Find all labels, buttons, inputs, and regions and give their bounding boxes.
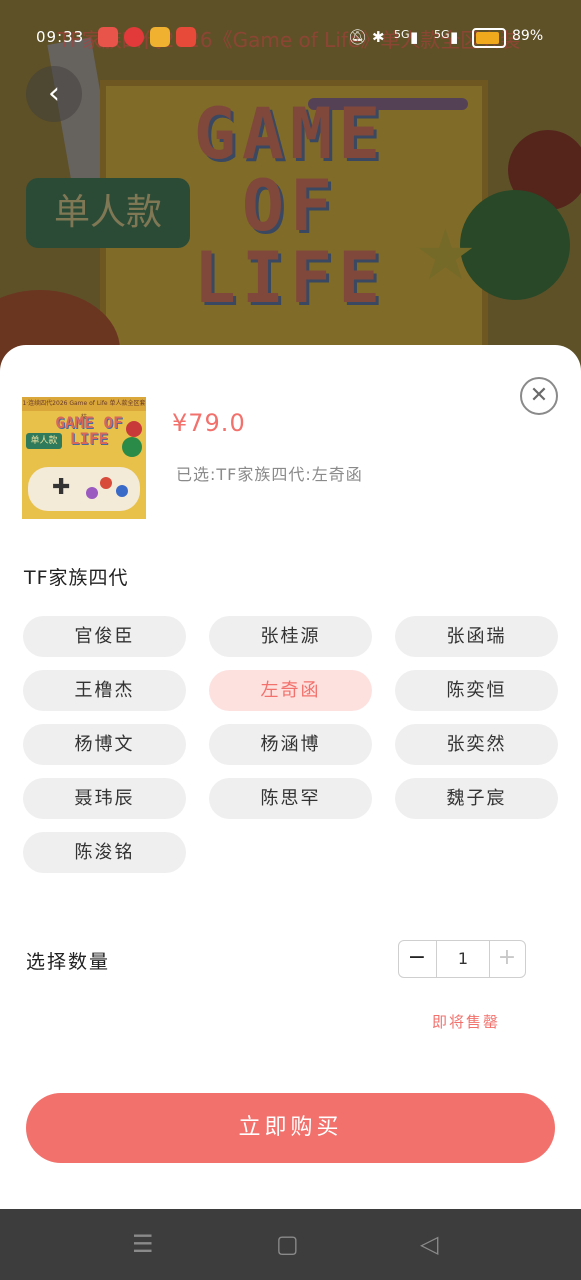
- increment-button[interactable]: +: [489, 941, 525, 977]
- close-icon: ✕: [529, 383, 549, 408]
- mute-icon: 🔕︎: [348, 28, 368, 46]
- decrement-button[interactable]: −: [399, 941, 435, 977]
- signal-label: 5G: [434, 28, 450, 41]
- battery-icon: [472, 28, 506, 48]
- weibo-icon: [150, 27, 170, 47]
- app-notification-icon: [98, 27, 118, 47]
- signal-icon: ▮: [410, 28, 419, 46]
- overlay-dim[interactable]: [0, 0, 581, 380]
- system-nav-bar: ☰ ▢ ◁: [0, 1209, 581, 1280]
- status-time: 09:33: [36, 28, 85, 46]
- variant-chip-selected[interactable]: 左奇函: [209, 670, 372, 711]
- variant-chip[interactable]: 陈思罕: [209, 778, 372, 819]
- product-poster: GAME OF LIFE 单人款 ★: [0, 0, 581, 380]
- button-dot: [100, 477, 112, 489]
- quantity-input[interactable]: 1: [436, 941, 490, 977]
- back-icon[interactable]: ◁: [420, 1231, 438, 1257]
- product-thumbnail: 1·连续四代2026 Game of Life 单人款全区套装 GAME OF …: [22, 397, 146, 519]
- quantity-stepper: − 1 +: [398, 940, 526, 978]
- thumb-header: 1·连续四代2026 Game of Life 单人款全区套装: [22, 397, 146, 421]
- close-button[interactable]: ✕: [520, 377, 558, 415]
- variant-chip[interactable]: 张函瑞: [395, 616, 558, 657]
- variant-chip[interactable]: 聂玮辰: [23, 778, 186, 819]
- variant-chip[interactable]: 陈浚铭: [23, 832, 186, 873]
- quantity-label: 选择数量: [26, 951, 111, 973]
- home-icon[interactable]: ▢: [276, 1231, 299, 1257]
- status-bar: TF家族四代2026《Game of Life》单人款全区套装 09:33 🔕︎…: [0, 20, 581, 56]
- variant-chip[interactable]: 张桂源: [209, 616, 372, 657]
- chevron-left-icon: ‹: [48, 76, 60, 111]
- variant-chip[interactable]: 杨博文: [23, 724, 186, 765]
- menu-icon[interactable]: ☰: [132, 1231, 154, 1257]
- variant-chip[interactable]: 张奕然: [395, 724, 558, 765]
- bluetooth-icon: ✱: [372, 28, 385, 46]
- thumb-tag: 单人款: [26, 433, 62, 449]
- dpad-icon: ✚: [52, 475, 71, 500]
- app-notification-icon: [124, 27, 144, 47]
- button-dot: [86, 487, 98, 499]
- selected-variant-text: 已选:TF家族四代:左奇函: [176, 465, 363, 484]
- variant-chip[interactable]: 陈奕恒: [395, 670, 558, 711]
- variant-chip[interactable]: 王橹杰: [23, 670, 186, 711]
- buy-now-button[interactable]: 立即购买: [26, 1093, 555, 1163]
- signal-icon: ▮: [450, 28, 459, 46]
- sku-selector-sheet: ✕ 1·连续四代2026 Game of Life 单人款全区套装 GAME O…: [0, 345, 581, 1209]
- ball-graphic: [122, 437, 142, 457]
- stock-status: 即将售罄: [432, 1013, 501, 1031]
- variant-chip[interactable]: 杨涵博: [209, 724, 372, 765]
- variant-chip[interactable]: 魏子宸: [395, 778, 558, 819]
- battery-level: 89%: [512, 28, 544, 44]
- ball-graphic: [126, 421, 142, 437]
- button-dot: [116, 485, 128, 497]
- variant-group-title: TF家族四代: [24, 567, 129, 589]
- app-notification-icon: [176, 27, 196, 47]
- variant-chip[interactable]: 官俊臣: [23, 616, 186, 657]
- signal-label: 5G: [394, 28, 410, 41]
- back-button[interactable]: ‹: [26, 66, 82, 122]
- price: ¥79.0: [172, 409, 246, 437]
